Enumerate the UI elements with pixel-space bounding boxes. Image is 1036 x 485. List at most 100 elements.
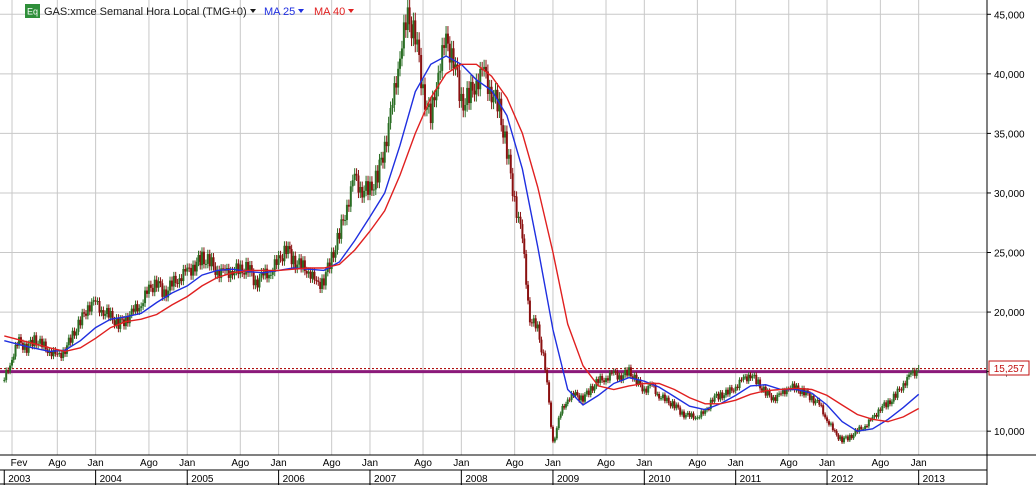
price-candle-body (833, 430, 836, 432)
price-candle-body (431, 97, 434, 124)
price-candle-body (688, 412, 691, 417)
price-candle-body (778, 393, 781, 395)
price-candle-body (117, 317, 120, 329)
price-candle-body (16, 344, 19, 346)
price-candle-body (383, 141, 386, 163)
price-candle-body (104, 313, 107, 316)
price-candle-body (315, 280, 318, 282)
price-candle-body (492, 96, 495, 103)
price-candle-body (690, 413, 693, 417)
price-candle-body (397, 68, 400, 88)
legend-ma40[interactable]: MA 40 (314, 6, 345, 18)
chart-window: 10,00015,00020,00025,00030,00035,00040,0… (0, 0, 1036, 485)
price-candle-body (913, 370, 916, 376)
price-candle-body (410, 24, 413, 39)
price-candle-body (292, 255, 295, 265)
price-candle-body (536, 324, 539, 329)
price-candle-body (464, 104, 467, 111)
price-candle-body (300, 258, 303, 269)
price-candle-body (138, 307, 141, 312)
x-month-label: Jan (271, 458, 287, 469)
price-candle-body (692, 413, 695, 419)
x-month-label: Jan (728, 458, 744, 469)
price-candle-body (144, 290, 147, 304)
price-candle-body (157, 281, 160, 288)
price-candle-body (344, 220, 347, 222)
x-month-label: Fev (11, 458, 28, 469)
price-candle-body (873, 414, 876, 417)
price-candle-body (201, 251, 204, 266)
price-candle-body (546, 369, 549, 383)
price-candle-body (723, 395, 726, 399)
price-candle-body (7, 370, 10, 372)
price-candle-body (563, 406, 566, 408)
price-candle-body (719, 392, 722, 400)
price-candle-body (372, 189, 375, 191)
equity-badge-label: Eq (27, 7, 38, 17)
price-candle-body (271, 271, 274, 275)
price-candle-body (3, 379, 6, 381)
price-candle-body (810, 396, 813, 401)
price-candle-body (27, 343, 30, 353)
price-candle-body (199, 255, 202, 266)
price-candle-body (753, 374, 756, 377)
price-candle-body (81, 312, 84, 326)
price-candle-body (544, 353, 547, 370)
price-candle-body (414, 20, 417, 45)
price-candle-body (374, 170, 377, 190)
price-candle-body (826, 417, 829, 422)
price-candle-body (587, 390, 590, 395)
price-candle-body (399, 58, 402, 69)
price-candle-body (404, 22, 407, 31)
price-candle-body (660, 398, 663, 400)
price-candle-body (603, 380, 606, 383)
x-year-label: 2010 (648, 474, 671, 485)
legend-ma25[interactable]: MA 25 (264, 6, 295, 18)
price-candle-body (283, 245, 286, 262)
price-candle-body (610, 372, 613, 374)
price-candle-body (336, 232, 339, 250)
price-candle-body (212, 257, 215, 267)
last-price-marker: 15,257 (988, 360, 1030, 376)
price-candle-body (443, 45, 446, 48)
price-candle-body (190, 267, 193, 276)
price-candle-body (149, 284, 152, 288)
x-month-label: Jan (362, 458, 378, 469)
y-tick-label: 40,000 (994, 70, 1025, 81)
price-candle-body (58, 353, 61, 355)
price-candle-body (479, 69, 482, 90)
price-candle-body (774, 397, 777, 401)
x-year-label: 2006 (283, 474, 306, 485)
price-candle-body (94, 300, 97, 302)
price-candle-body (772, 397, 775, 401)
price-candle-body (402, 22, 405, 49)
price-candle-body (732, 390, 735, 392)
price-candle-body (898, 388, 901, 390)
x-month-label: Ago (597, 458, 615, 469)
price-candle-body (473, 90, 476, 95)
x-month-label: Ago (48, 458, 66, 469)
price-candle-body (107, 307, 110, 318)
x-year-label: 2005 (191, 474, 214, 485)
price-candle-body (728, 387, 731, 395)
price-candle-body (363, 190, 366, 198)
price-candle-body (555, 428, 558, 439)
price-candle-body (126, 316, 129, 324)
price-candle-body (252, 272, 255, 286)
price-candle-body (151, 287, 154, 293)
price-candle-body (665, 397, 668, 402)
price-candle-body (820, 404, 823, 406)
legend-symbol[interactable]: GAS:xmce Semanal Hora Local (TMG+0) (44, 6, 247, 18)
price-candle-body (527, 284, 530, 301)
price-candle-body (581, 395, 584, 402)
price-candle-body (628, 367, 631, 376)
x-year-label: 2013 (923, 474, 946, 485)
price-candle-body (90, 301, 93, 312)
price-chart[interactable]: 10,00015,00020,00025,00030,00035,00040,0… (0, 0, 1036, 485)
price-candle-body (551, 426, 554, 442)
price-candle-body (850, 435, 853, 439)
price-candle-body (161, 283, 164, 297)
x-month-label: Ago (688, 458, 706, 469)
price-candle-body (576, 392, 579, 396)
price-candle-body (147, 284, 150, 294)
